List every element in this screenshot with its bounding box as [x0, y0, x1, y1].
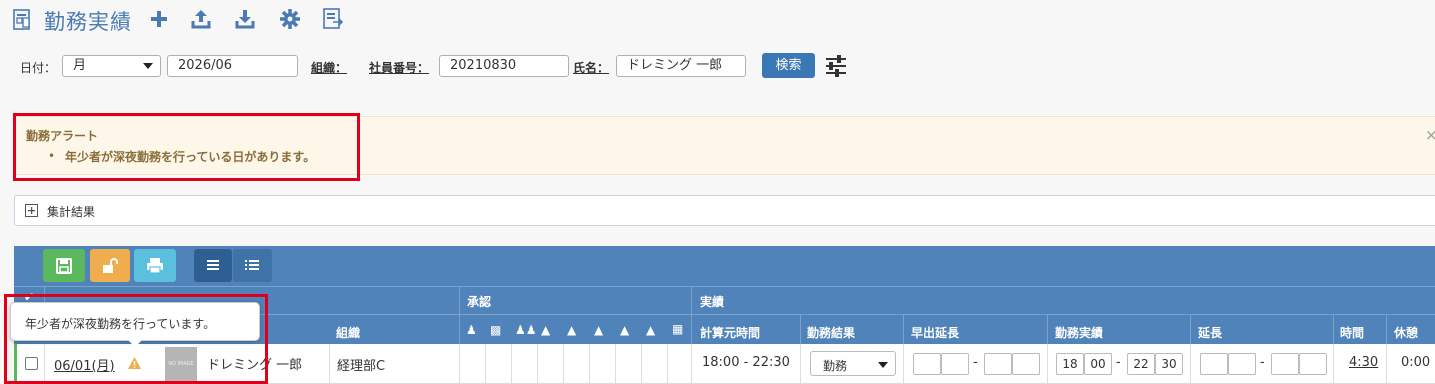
early-end-minute-input[interactable] [1012, 353, 1040, 375]
detail-view-button[interactable] [233, 249, 272, 282]
early-start-hour-input[interactable] [913, 353, 941, 375]
column-time: 時間 [1340, 326, 1365, 340]
ext-end-minute-input[interactable] [1299, 353, 1327, 375]
save-button[interactable] [43, 249, 85, 282]
approval-org-icon: ▲ [620, 323, 630, 337]
page-title: 勤務実績 [44, 10, 132, 34]
work-start-hour-input[interactable]: 18 [1056, 353, 1084, 375]
export-document-icon[interactable] [322, 8, 344, 30]
grid-toolbar [14, 246, 1435, 286]
column-calc-time: 計算元時間 [700, 326, 761, 340]
approval-org-icon: ▲ [541, 323, 551, 337]
print-button[interactable] [134, 249, 176, 282]
filter-settings-icon[interactable] [825, 55, 847, 77]
header-approval: 承認 [467, 295, 492, 309]
header-actual: 実績 [700, 295, 725, 309]
date-input[interactable]: 2026/06 [167, 55, 298, 77]
title-bar: 勤務実績 [12, 6, 152, 36]
unlock-button[interactable] [90, 249, 130, 282]
chevron-down-icon [143, 63, 153, 69]
employee-number-label[interactable]: 社員番号： [369, 59, 429, 76]
ext-start-minute-input[interactable] [1228, 353, 1256, 375]
row-time-link[interactable]: 4:30 [1349, 355, 1378, 370]
save-icon [56, 258, 72, 274]
detail-list-icon [245, 260, 259, 270]
add-icon[interactable] [148, 8, 170, 30]
approval-org-icon: ▲ [594, 323, 604, 337]
close-icon[interactable]: × [1425, 126, 1435, 144]
name-label[interactable]: 氏名： [573, 59, 609, 76]
search-button[interactable]: 検索 [762, 53, 815, 78]
approval-briefcase-icon: ▩ [490, 323, 502, 337]
gear-icon[interactable] [279, 8, 301, 30]
column-org: 組織 [336, 326, 361, 340]
list-view-button[interactable] [194, 249, 232, 282]
work-result-value: 勤務 [823, 359, 848, 373]
highlight-box-alert [13, 113, 360, 181]
name-input[interactable]: ドレミング 一郎 [616, 55, 746, 77]
approval-person-icon: ♟ [466, 323, 477, 337]
ext-start-hour-input[interactable] [1200, 353, 1228, 375]
row-calc-time: 18:00 - 22:30 [702, 355, 790, 370]
work-dash: - [1116, 355, 1121, 370]
employee-number-input[interactable]: 20210830 [439, 55, 569, 77]
download-icon[interactable] [234, 8, 256, 30]
approval-group-icon: ♟♟ [515, 323, 537, 337]
work-end-minute-input[interactable]: 30 [1155, 353, 1183, 375]
column-break: 休憩 [1394, 326, 1419, 340]
work-end-hour-input[interactable]: 22 [1127, 353, 1155, 375]
summary-label: 集計結果 [47, 205, 96, 219]
row-org: 経理部C [337, 359, 386, 374]
chevron-down-icon [878, 362, 888, 368]
column-extension: 延長 [1198, 326, 1223, 340]
period-select-value: 月 [73, 58, 87, 73]
approval-building-icon: ▦ [672, 322, 684, 336]
work-result-select[interactable]: 勤務 [810, 351, 896, 376]
ext-dash: - [1260, 355, 1265, 370]
early-dash: - [973, 355, 978, 370]
row-break: 0:00 [1401, 355, 1431, 370]
ext-end-hour-input[interactable] [1271, 353, 1299, 375]
approval-org-icon: ▲ [567, 323, 577, 337]
approval-org-icon: ▲ [646, 323, 656, 337]
list-icon [207, 260, 219, 270]
expand-plus-icon[interactable] [25, 204, 38, 217]
highlight-box-tooltip [4, 294, 268, 384]
column-work-actual: 勤務実績 [1055, 326, 1104, 340]
upload-icon[interactable] [190, 8, 212, 30]
work-start-minute-input[interactable]: 00 [1084, 353, 1112, 375]
column-work-result: 勤務結果 [807, 326, 856, 340]
early-start-minute-input[interactable] [941, 353, 969, 375]
summary-panel[interactable]: 集計結果 [14, 195, 1435, 226]
document-icon [13, 9, 30, 30]
column-early-extension: 早出延長 [911, 326, 960, 340]
print-icon [147, 258, 163, 274]
org-label[interactable]: 組織： [311, 59, 347, 76]
early-end-hour-input[interactable] [984, 353, 1012, 375]
unlock-icon [103, 258, 118, 273]
period-select[interactable]: 月 [62, 55, 161, 77]
date-label: 日付： [20, 61, 57, 75]
